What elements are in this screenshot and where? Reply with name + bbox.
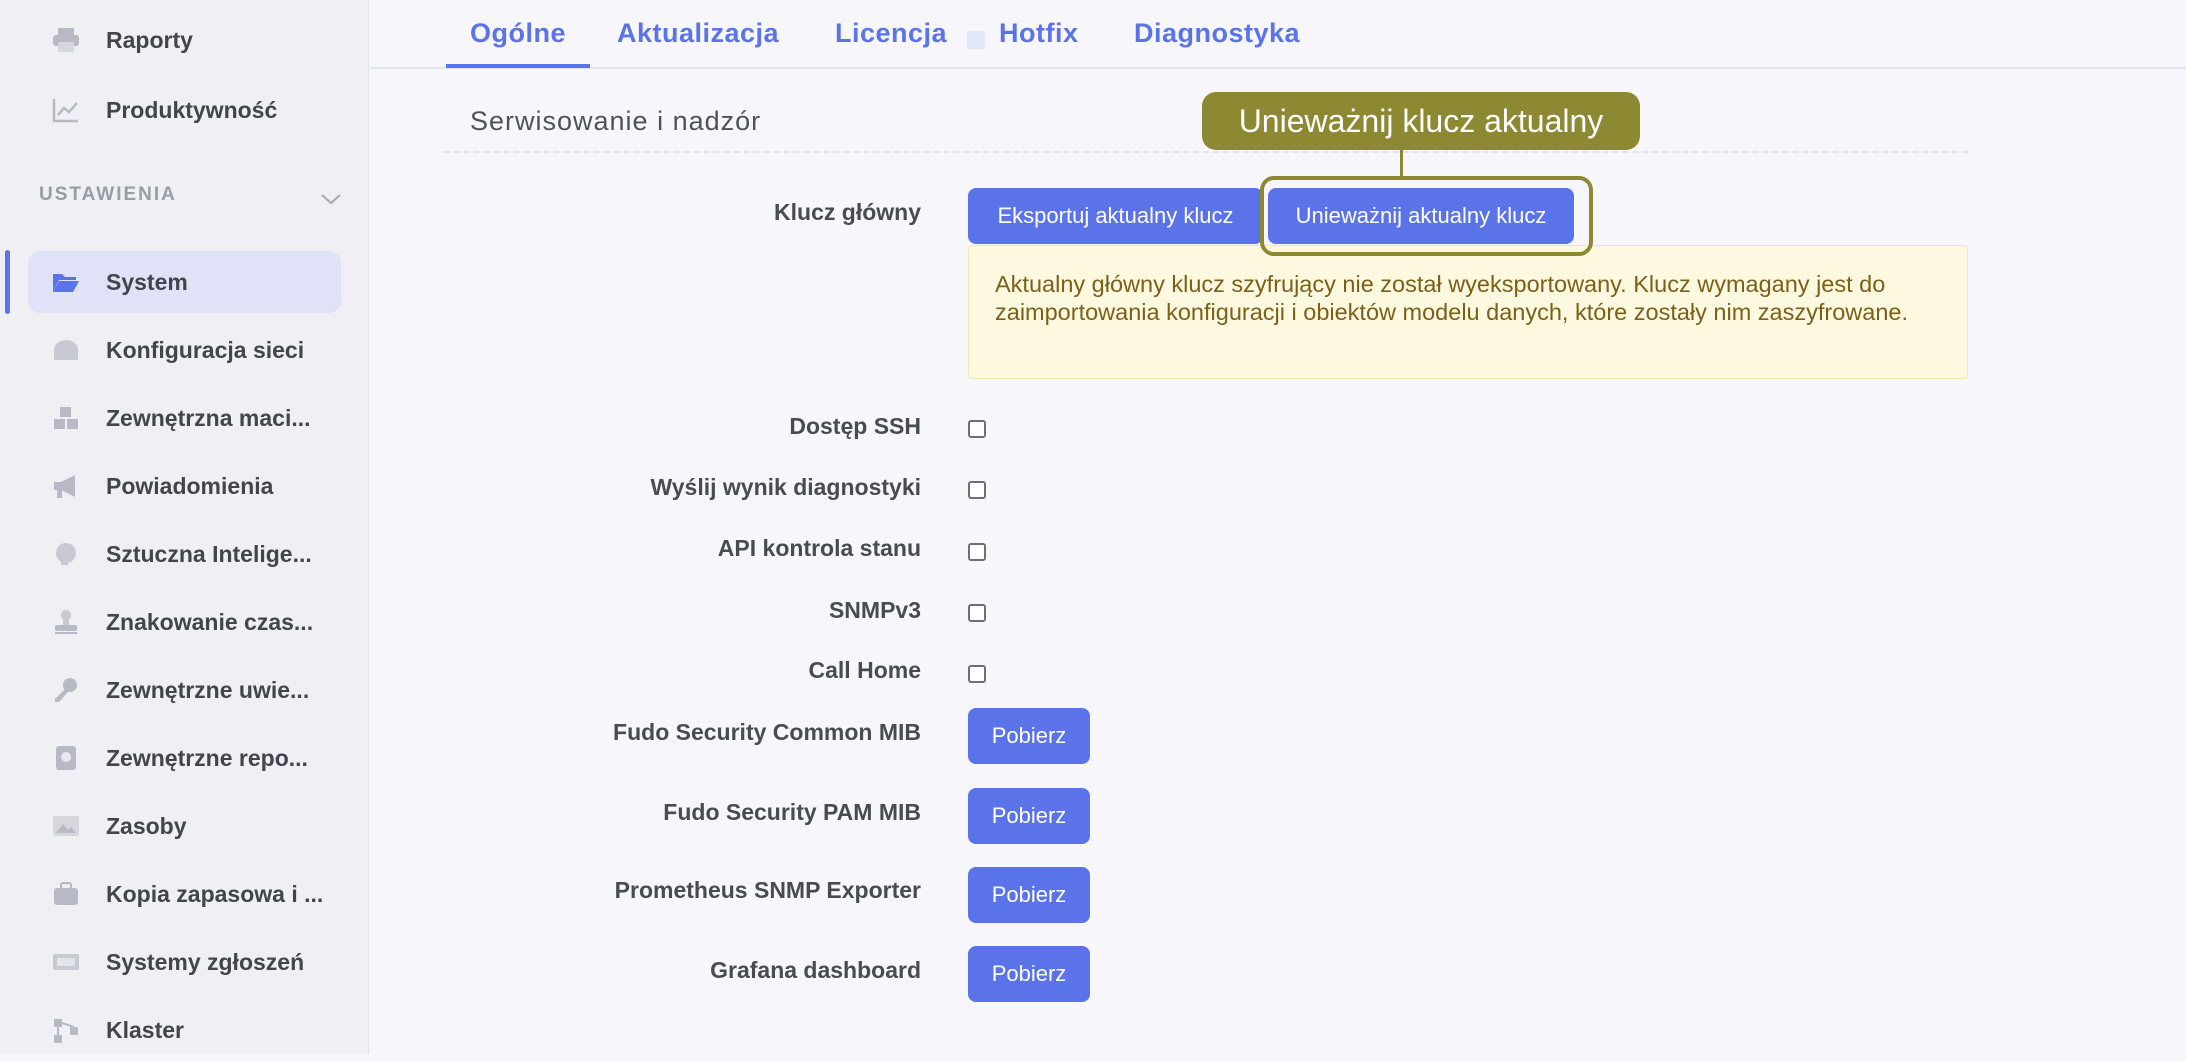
warning-message: Aktualny główny klucz szyfrujący nie zos… [968, 245, 1968, 379]
sidebar-item-label: Klaster [106, 1016, 184, 1043]
sidebar-item-external-auth[interactable]: Zewnętrzne uwie... [28, 659, 341, 721]
sidebar-item-timestamp[interactable]: Znakowanie czas... [28, 591, 341, 653]
chevron-down-icon[interactable] [320, 186, 342, 212]
section-divider [444, 151, 1968, 153]
download-common-mib-button[interactable]: Pobierz [968, 708, 1090, 764]
pam-mib-label: Fudo Security PAM MIB [663, 799, 921, 825]
ghost-checkbox [967, 31, 985, 49]
api-health-checkbox[interactable] [968, 543, 986, 561]
sidebar-item-network[interactable]: Konfiguracja sieci [28, 319, 341, 381]
master-key-label: Klucz główny [774, 199, 921, 225]
sidebar-item-label: Kopia zapasowa i ... [106, 880, 324, 907]
snmpv3-checkbox[interactable] [968, 604, 986, 622]
tab-update[interactable]: Aktualizacja [617, 18, 779, 49]
cubes-icon [52, 404, 80, 432]
sidebar-item-label: Systemy zgłoszeń [106, 948, 305, 975]
call-home-label: Call Home [808, 657, 921, 683]
sidebar-item-label: Zewnętrzna maci... [106, 404, 311, 431]
trend-chart-icon [52, 96, 80, 124]
section-label-settings: USTAWIENIA [39, 184, 177, 205]
cluster-icon [52, 1016, 80, 1044]
stamp-icon [52, 608, 80, 636]
download-grafana-dashboard-button[interactable]: Pobierz [968, 946, 1090, 1002]
ssh-access-checkbox[interactable] [968, 420, 986, 438]
tab-diagnostics[interactable]: Diagnostyka [1134, 18, 1300, 49]
sidebar-item-label: Raporty [106, 26, 193, 53]
callout-label: Unieważnij klucz aktualny [1202, 92, 1640, 150]
sidebar-item-label: Konfiguracja sieci [106, 336, 305, 363]
sidebar-item-label: Zewnętrzne uwie... [106, 676, 310, 703]
callout-connector [1400, 150, 1403, 177]
tab-hotfix[interactable]: Hotfix [999, 18, 1079, 49]
megaphone-icon [52, 472, 80, 500]
briefcase-icon [52, 880, 80, 908]
sidebar-item-external-machine[interactable]: Zewnętrzna maci... [28, 387, 341, 449]
sidebar-item-label: Zewnętrzne repo... [106, 744, 308, 771]
safe-icon [52, 744, 80, 772]
sidebar-item-external-repo[interactable]: Zewnętrzne repo... [28, 727, 341, 789]
snmpv3-label: SNMPv3 [828, 597, 921, 623]
tab-license[interactable]: Licencja [835, 18, 947, 49]
printer-icon [52, 26, 80, 54]
sidebar: Raporty Produktywność USTAWIENIA System … [0, 0, 369, 1054]
send-diagnostics-label: Wyślij wynik diagnostyki [650, 474, 921, 500]
image-icon [52, 812, 80, 840]
sidebar-item-system[interactable]: System [28, 251, 341, 313]
section-title: Serwisowanie i nadzór [470, 106, 762, 136]
sidebar-item-label: Sztuczna Intelige... [106, 540, 312, 567]
brain-icon [52, 540, 80, 568]
sidebar-item-backup[interactable]: Kopia zapasowa i ... [28, 863, 341, 925]
sidebar-item-cluster[interactable]: Klaster [28, 999, 341, 1061]
sidebar-item-label: Powiadomienia [106, 472, 274, 499]
network-icon [52, 336, 80, 364]
sidebar-item-label: Zasoby [106, 812, 187, 839]
grafana-dashboard-label: Grafana dashboard [710, 957, 921, 983]
sidebar-item-ticket-systems[interactable]: Systemy zgłoszeń [28, 931, 341, 993]
sidebar-item-ai[interactable]: Sztuczna Intelige... [28, 523, 341, 585]
download-prometheus-exporter-button[interactable]: Pobierz [968, 867, 1090, 923]
sidebar-item-produktywnosc[interactable]: Produktywność [28, 79, 341, 141]
common-mib-label: Fudo Security Common MIB [613, 719, 921, 745]
api-health-label: API kontrola stanu [717, 535, 921, 561]
active-indicator [5, 250, 10, 314]
folder-open-icon [52, 268, 80, 296]
sidebar-item-label: System [106, 268, 188, 295]
sidebar-item-label: Znakowanie czas... [106, 608, 314, 635]
ssh-access-label: Dostęp SSH [789, 413, 921, 439]
sidebar-item-notifications[interactable]: Powiadomienia [28, 455, 341, 517]
export-key-button[interactable]: Eksportuj aktualny klucz [968, 188, 1263, 244]
sidebar-item-raporty[interactable]: Raporty [28, 9, 341, 71]
active-tab-underline [446, 64, 590, 68]
send-diagnostics-checkbox[interactable] [968, 481, 986, 499]
sidebar-item-label: Produktywność [106, 96, 278, 123]
tab-general[interactable]: Ogólne [470, 18, 566, 49]
download-pam-mib-button[interactable]: Pobierz [968, 788, 1090, 844]
sidebar-item-resources[interactable]: Zasoby [28, 795, 341, 857]
callout-highlight-frame [1260, 176, 1593, 256]
prometheus-exporter-label: Prometheus SNMP Exporter [614, 877, 921, 903]
key-icon [52, 676, 80, 704]
ticket-icon [52, 948, 80, 976]
call-home-checkbox[interactable] [968, 665, 986, 683]
